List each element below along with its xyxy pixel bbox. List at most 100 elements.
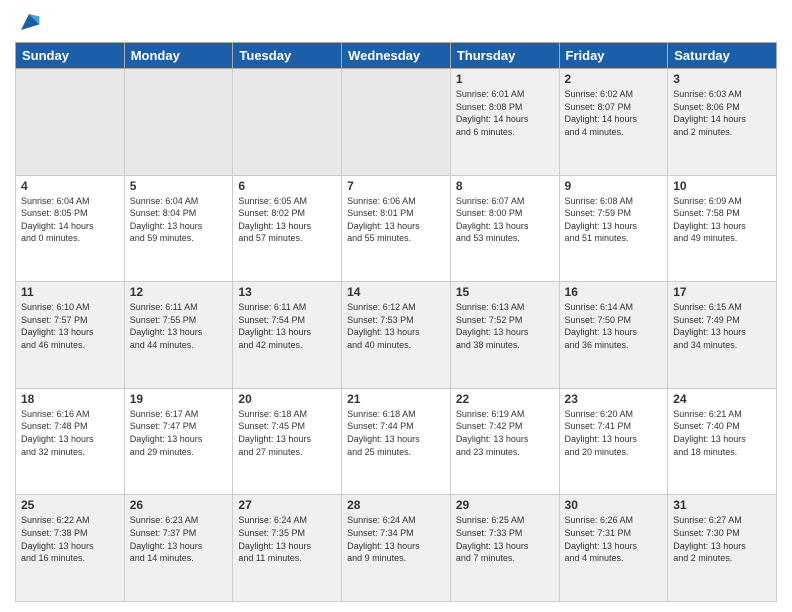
calendar-cell: 11 Sunrise: 6:10 AMSunset: 7:57 PMDayligh… <box>16 282 125 389</box>
day-info: Sunrise: 6:15 AMSunset: 7:49 PMDaylight:… <box>673 301 771 351</box>
calendar-header-saturday: Saturday <box>668 43 777 69</box>
header <box>15 10 777 34</box>
day-number: 1 <box>456 72 554 86</box>
calendar-cell: 27Sunrise: 6:24 AMSunset: 7:35 PMDayligh… <box>233 495 342 602</box>
calendar-cell: 5 Sunrise: 6:04 AMSunset: 8:04 PMDaylight… <box>124 175 233 282</box>
calendar-header-sunday: Sunday <box>16 43 125 69</box>
day-info: Sunrise: 6:19 AMSunset: 7:42 PMDaylight:… <box>456 408 554 458</box>
day-info: Sunrise: 6:04 AMSunset: 8:04 PMDaylight:… <box>130 195 228 245</box>
day-number: 14 <box>347 285 445 299</box>
calendar-cell: 8Sunrise: 6:07 AMSunset: 8:00 PMDaylight… <box>450 175 559 282</box>
calendar-cell: 29Sunrise: 6:25 AMSunset: 7:33 PMDayligh… <box>450 495 559 602</box>
day-number: 18 <box>21 392 119 406</box>
calendar-week-2: 4Sunrise: 6:04 AMSunset: 8:05 PMDaylight… <box>16 175 777 282</box>
day-info: Sunrise: 6:27 AMSunset: 7:30 PMDaylight:… <box>673 514 771 564</box>
day-info: Sunrise: 6:04 AMSunset: 8:05 PMDaylight:… <box>21 195 119 245</box>
calendar-cell: 26Sunrise: 6:23 AMSunset: 7:37 PMDayligh… <box>124 495 233 602</box>
calendar-cell: 3 Sunrise: 6:03 AMSunset: 8:06 PMDaylight… <box>668 69 777 176</box>
calendar-cell: 6 Sunrise: 6:05 AMSunset: 8:02 PMDaylight… <box>233 175 342 282</box>
day-info: Sunrise: 6:14 AMSunset: 7:50 PMDaylight:… <box>565 301 663 351</box>
day-info: Sunrise: 6:22 AMSunset: 7:38 PMDaylight:… <box>21 514 119 564</box>
day-number: 13 <box>238 285 336 299</box>
day-number: 2 <box>565 72 663 86</box>
calendar-cell: 24 Sunrise: 6:21 AMSunset: 7:40 PMDayligh… <box>668 388 777 495</box>
day-info: Sunrise: 6:16 AMSunset: 7:48 PMDaylight:… <box>21 408 119 458</box>
calendar-cell: 23 Sunrise: 6:20 AMSunset: 7:41 PMDayligh… <box>559 388 668 495</box>
day-info: Sunrise: 6:03 AMSunset: 8:06 PMDaylight:… <box>673 88 771 138</box>
day-info: Sunrise: 6:25 AMSunset: 7:33 PMDaylight:… <box>456 514 554 564</box>
day-info: Sunrise: 6:21 AMSunset: 7:40 PMDaylight:… <box>673 408 771 458</box>
logo-icon <box>17 10 41 34</box>
day-number: 5 <box>130 179 228 193</box>
calendar-week-3: 11 Sunrise: 6:10 AMSunset: 7:57 PMDayligh… <box>16 282 777 389</box>
calendar-cell: 1 Sunrise: 6:01 AMSunset: 8:08 PMDaylight… <box>450 69 559 176</box>
day-number: 15 <box>456 285 554 299</box>
day-number: 17 <box>673 285 771 299</box>
calendar-cell: 22 Sunrise: 6:19 AMSunset: 7:42 PMDayligh… <box>450 388 559 495</box>
day-info: Sunrise: 6:06 AMSunset: 8:01 PMDaylight:… <box>347 195 445 245</box>
day-number: 11 <box>21 285 119 299</box>
day-info: Sunrise: 6:11 AMSunset: 7:54 PMDaylight:… <box>238 301 336 351</box>
calendar-cell: 15 Sunrise: 6:13 AMSunset: 7:52 PMDayligh… <box>450 282 559 389</box>
calendar-week-4: 18 Sunrise: 6:16 AMSunset: 7:48 PMDayligh… <box>16 388 777 495</box>
calendar-cell <box>233 69 342 176</box>
calendar-cell: 2 Sunrise: 6:02 AMSunset: 8:07 PMDaylight… <box>559 69 668 176</box>
day-number: 12 <box>130 285 228 299</box>
day-number: 25 <box>21 498 119 512</box>
day-info: Sunrise: 6:01 AMSunset: 8:08 PMDaylight:… <box>456 88 554 138</box>
day-info: Sunrise: 6:05 AMSunset: 8:02 PMDaylight:… <box>238 195 336 245</box>
calendar-cell: 10 Sunrise: 6:09 AMSunset: 7:58 PMDayligh… <box>668 175 777 282</box>
calendar-cell: 19Sunrise: 6:17 AMSunset: 7:47 PMDayligh… <box>124 388 233 495</box>
day-number: 22 <box>456 392 554 406</box>
day-info: Sunrise: 6:18 AMSunset: 7:45 PMDaylight:… <box>238 408 336 458</box>
calendar-week-1: 1 Sunrise: 6:01 AMSunset: 8:08 PMDaylight… <box>16 69 777 176</box>
day-number: 3 <box>673 72 771 86</box>
calendar-cell: 21Sunrise: 6:18 AMSunset: 7:44 PMDayligh… <box>342 388 451 495</box>
calendar-cell: 30 Sunrise: 6:26 AMSunset: 7:31 PMDayligh… <box>559 495 668 602</box>
calendar-cell: 14 Sunrise: 6:12 AMSunset: 7:53 PMDayligh… <box>342 282 451 389</box>
calendar-week-5: 25 Sunrise: 6:22 AMSunset: 7:38 PMDayligh… <box>16 495 777 602</box>
calendar-cell: 20 Sunrise: 6:18 AMSunset: 7:45 PMDayligh… <box>233 388 342 495</box>
day-info: Sunrise: 6:12 AMSunset: 7:53 PMDaylight:… <box>347 301 445 351</box>
day-number: 24 <box>673 392 771 406</box>
calendar-cell: 7 Sunrise: 6:06 AMSunset: 8:01 PMDaylight… <box>342 175 451 282</box>
calendar-header-tuesday: Tuesday <box>233 43 342 69</box>
day-info: Sunrise: 6:24 AMSunset: 7:34 PMDaylight:… <box>347 514 445 564</box>
day-number: 20 <box>238 392 336 406</box>
day-number: 9 <box>565 179 663 193</box>
calendar-cell: 12 Sunrise: 6:11 AMSunset: 7:55 PMDayligh… <box>124 282 233 389</box>
calendar-header-thursday: Thursday <box>450 43 559 69</box>
logo <box>15 10 41 34</box>
day-info: Sunrise: 6:09 AMSunset: 7:58 PMDaylight:… <box>673 195 771 245</box>
day-number: 23 <box>565 392 663 406</box>
day-number: 7 <box>347 179 445 193</box>
calendar-cell <box>342 69 451 176</box>
day-info: Sunrise: 6:10 AMSunset: 7:57 PMDaylight:… <box>21 301 119 351</box>
calendar-header-monday: Monday <box>124 43 233 69</box>
day-number: 26 <box>130 498 228 512</box>
day-number: 16 <box>565 285 663 299</box>
calendar-cell: 17 Sunrise: 6:15 AMSunset: 7:49 PMDayligh… <box>668 282 777 389</box>
calendar-cell <box>16 69 125 176</box>
calendar-cell: 31Sunrise: 6:27 AMSunset: 7:30 PMDayligh… <box>668 495 777 602</box>
calendar-header-row: SundayMondayTuesdayWednesdayThursdayFrid… <box>16 43 777 69</box>
calendar-cell: 25 Sunrise: 6:22 AMSunset: 7:38 PMDayligh… <box>16 495 125 602</box>
day-number: 10 <box>673 179 771 193</box>
day-number: 21 <box>347 392 445 406</box>
day-info: Sunrise: 6:24 AMSunset: 7:35 PMDaylight:… <box>238 514 336 564</box>
day-info: Sunrise: 6:13 AMSunset: 7:52 PMDaylight:… <box>456 301 554 351</box>
day-number: 8 <box>456 179 554 193</box>
day-info: Sunrise: 6:11 AMSunset: 7:55 PMDaylight:… <box>130 301 228 351</box>
day-number: 30 <box>565 498 663 512</box>
day-info: Sunrise: 6:20 AMSunset: 7:41 PMDaylight:… <box>565 408 663 458</box>
calendar-cell: 16 Sunrise: 6:14 AMSunset: 7:50 PMDayligh… <box>559 282 668 389</box>
day-number: 28 <box>347 498 445 512</box>
day-number: 6 <box>238 179 336 193</box>
day-info: Sunrise: 6:02 AMSunset: 8:07 PMDaylight:… <box>565 88 663 138</box>
calendar-cell: 9Sunrise: 6:08 AMSunset: 7:59 PMDaylight… <box>559 175 668 282</box>
calendar-table: SundayMondayTuesdayWednesdayThursdayFrid… <box>15 42 777 602</box>
calendar-cell: 18 Sunrise: 6:16 AMSunset: 7:48 PMDayligh… <box>16 388 125 495</box>
calendar-header-wednesday: Wednesday <box>342 43 451 69</box>
calendar-header-friday: Friday <box>559 43 668 69</box>
day-info: Sunrise: 6:26 AMSunset: 7:31 PMDaylight:… <box>565 514 663 564</box>
